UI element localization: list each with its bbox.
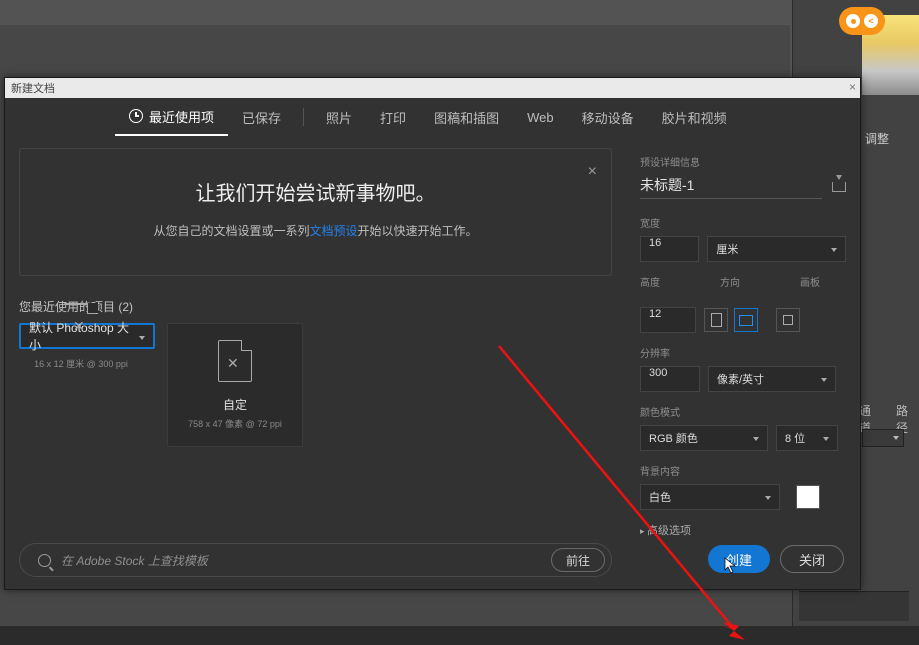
width-label: 宽度: [640, 215, 846, 230]
left-pane: × 让我们开始尝试新事物吧。 从您自己的文档设置或一系列文档预设开始以快速开始工…: [5, 136, 626, 589]
document-name-field[interactable]: 未标题-1: [640, 175, 822, 199]
clock-icon: [129, 109, 143, 123]
bg-bottom-panel: [799, 591, 909, 621]
document-icon: ✕: [218, 340, 252, 382]
intro-close-icon[interactable]: ×: [588, 163, 597, 181]
card-meta: 16 x 12 厘米 @ 300 ppi: [34, 357, 128, 370]
create-button[interactable]: 创建: [708, 545, 770, 573]
close-icon[interactable]: ×: [849, 80, 856, 94]
create-button-label: 创建: [726, 550, 752, 569]
height-label: 高度: [640, 274, 694, 289]
tab-photo[interactable]: 照片: [312, 98, 366, 136]
tab-web[interactable]: Web: [513, 98, 568, 136]
intro-box: × 让我们开始尝试新事物吧。 从您自己的文档设置或一系列文档预设开始以快速开始工…: [19, 148, 612, 276]
artboard-checkbox[interactable]: [776, 308, 800, 332]
orientation-portrait[interactable]: [704, 308, 728, 332]
preset-card-custom[interactable]: ✕ 自定 758 x 47 像素 @ 72 ppi: [167, 323, 303, 447]
preset-details-pane: 预设详细信息 未标题-1 宽度 16 厘米 高度 方向 画板 12: [626, 136, 860, 589]
background-label: 背景内容: [640, 463, 846, 478]
bit-depth-select[interactable]: 8 位: [776, 425, 838, 451]
artboard-label: 画板: [800, 274, 820, 289]
unit-select[interactable]: 厘米: [707, 236, 846, 262]
height-input[interactable]: 12: [640, 307, 696, 333]
search-icon: [38, 554, 51, 567]
card-meta: 758 x 47 像素 @ 72 ppi: [188, 417, 282, 430]
go-button[interactable]: 前往: [551, 548, 605, 572]
orientation-label: 方向: [720, 274, 774, 289]
advanced-options-toggle[interactable]: 高级选项: [640, 522, 846, 538]
dialog-title: 新建文档: [11, 80, 55, 96]
tab-divider: [303, 108, 304, 126]
resolution-input[interactable]: 300: [640, 366, 700, 392]
tab-mobile[interactable]: 移动设备: [568, 98, 648, 136]
mascot-eye-dot: [846, 14, 860, 28]
bg-dropdown[interactable]: [862, 429, 904, 447]
tab-film[interactable]: 胶片和视频: [648, 98, 741, 136]
dialog-titlebar: 新建文档 ×: [5, 78, 860, 98]
tab-recent[interactable]: 最近使用项: [115, 98, 228, 136]
color-mode-label: 颜色模式: [640, 404, 846, 419]
mascot-badge: [839, 7, 885, 35]
app-toolbar: [0, 0, 919, 25]
recent-items-label: 您最近使用的项目 (2): [19, 298, 612, 315]
category-tabs: 最近使用项 已保存 照片 打印 图稿和插图 Web 移动设备 胶片和视频: [5, 98, 860, 136]
intro-text: 从您自己的文档设置或一系列文档预设开始以快速开始工作。: [38, 222, 593, 239]
document-icon: ✕: [64, 303, 98, 305]
close-button[interactable]: 关闭: [780, 545, 844, 573]
preset-details-label: 预设详细信息: [640, 154, 846, 169]
orientation-group: [704, 308, 758, 332]
tab-saved[interactable]: 已保存: [228, 98, 295, 136]
orientation-landscape[interactable]: [734, 308, 758, 332]
recent-cards: ✕ 默认 Photoshop 大小 16 x 12 厘米 @ 300 ppi ✕…: [19, 323, 612, 447]
intro-presets-link[interactable]: 文档预设: [309, 224, 357, 238]
stock-search-bar[interactable]: 在 Adobe Stock 上查找模板 前往: [19, 543, 612, 577]
intro-headline: 让我们开始尝试新事物吧。: [38, 177, 593, 206]
resolution-label: 分辨率: [640, 345, 846, 360]
width-input[interactable]: 16: [640, 236, 699, 262]
tab-recent-label: 最近使用项: [149, 107, 214, 126]
save-preset-icon[interactable]: [832, 182, 846, 192]
intro-post: 开始以快速开始工作。: [358, 224, 478, 238]
tab-print[interactable]: 打印: [366, 98, 420, 136]
search-placeholder: 在 Adobe Stock 上查找模板: [61, 552, 208, 569]
tab-art[interactable]: 图稿和插图: [420, 98, 513, 136]
new-document-dialog: 新建文档 × 最近使用项 已保存 照片 打印 图稿和插图 Web 移动设备 胶片…: [4, 77, 861, 590]
mascot-eye-arrow: [864, 14, 878, 28]
intro-pre: 从您自己的文档设置或一系列: [153, 224, 309, 238]
color-mode-select[interactable]: RGB 颜色: [640, 425, 768, 451]
preset-card-default[interactable]: ✕ 默认 Photoshop 大小 16 x 12 厘米 @ 300 ppi: [19, 323, 155, 349]
background-select[interactable]: 白色: [640, 484, 780, 510]
adjust-tab-label[interactable]: 调整: [865, 130, 889, 147]
background-swatch[interactable]: [796, 485, 820, 509]
resolution-unit-select[interactable]: 像素/英寸: [708, 366, 836, 392]
card-title: 自定: [223, 396, 247, 413]
